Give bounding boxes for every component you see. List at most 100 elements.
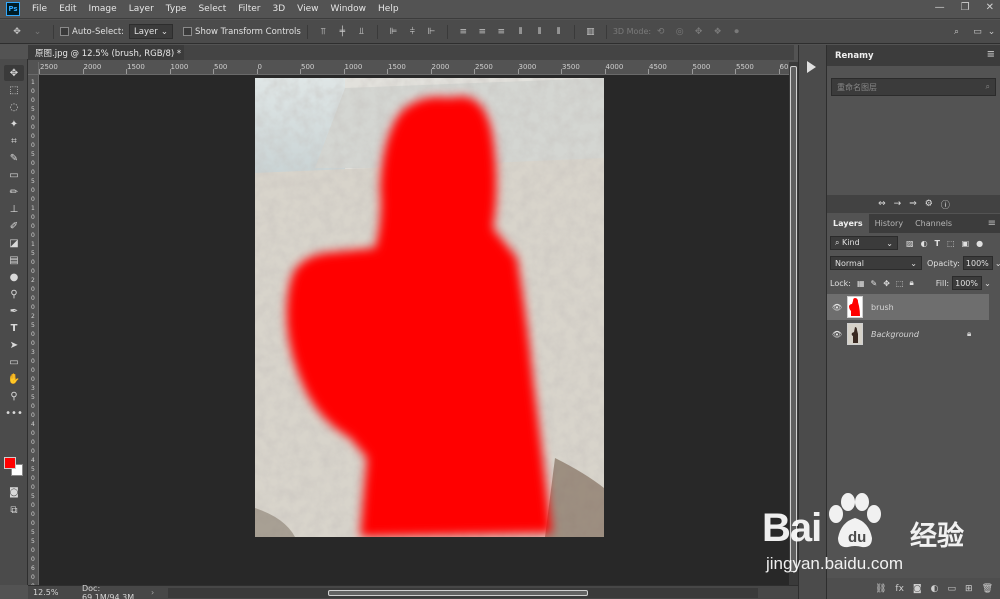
- checkbox-icon[interactable]: [60, 27, 69, 36]
- show-transform-checkbox[interactable]: Show Transform Controls: [183, 27, 301, 37]
- adjustment-filter-icon[interactable]: ◐: [921, 239, 928, 248]
- vertical-scrollbar[interactable]: [789, 62, 798, 585]
- restore-icon[interactable]: ❐: [961, 2, 970, 13]
- visibility-eye-icon[interactable]: 👁︎: [827, 303, 847, 312]
- crop-tool[interactable]: ⌗: [4, 133, 24, 149]
- distribute-vcenter-icon[interactable]: ≡: [477, 26, 488, 37]
- marquee-tool[interactable]: ⬚: [4, 82, 24, 98]
- brush-tool[interactable]: ✏: [4, 184, 24, 200]
- gradient-tool[interactable]: ▤: [4, 252, 24, 268]
- workspace-chevron-icon[interactable]: ⌄: [986, 26, 997, 37]
- eraser-tool[interactable]: ◪: [4, 235, 24, 251]
- new-layer-icon[interactable]: ⊞: [965, 584, 973, 594]
- move-tool[interactable]: ✥: [4, 65, 24, 81]
- menu-select[interactable]: Select: [192, 4, 232, 14]
- tool-preset-chevron-icon[interactable]: ⌄: [32, 26, 43, 37]
- panel-menu-icon[interactable]: ≡: [987, 49, 995, 60]
- info-icon[interactable]: ⓘ: [941, 198, 950, 211]
- layer-style-fx-icon[interactable]: fx: [895, 584, 904, 594]
- search-icon[interactable]: ⌕: [986, 82, 990, 92]
- 3d-roll-icon[interactable]: ◎: [674, 26, 685, 37]
- export-arrow-icon[interactable]: ⇒: [909, 199, 917, 209]
- new-group-folder-icon[interactable]: ▭: [948, 584, 957, 594]
- eyedropper-tool[interactable]: ✎: [4, 150, 24, 166]
- menu-type[interactable]: Type: [160, 4, 193, 14]
- scroll-thumb[interactable]: [790, 66, 797, 572]
- align-horizontal-center-icon[interactable]: ⫩: [407, 26, 418, 37]
- blend-mode-dropdown[interactable]: Normal ⌄: [830, 256, 922, 270]
- chevron-down-icon[interactable]: ⌄: [995, 259, 1000, 268]
- opacity-field[interactable]: 100%: [962, 256, 993, 270]
- hand-tool[interactable]: ✋: [4, 371, 24, 387]
- frame-tool[interactable]: ▭: [4, 167, 24, 183]
- layer-name[interactable]: Background: [871, 330, 919, 339]
- panel-menu-icon[interactable]: ≡: [988, 218, 996, 229]
- canvas-area[interactable]: [39, 75, 789, 585]
- gear-icon[interactable]: ⚙: [925, 199, 933, 209]
- tab-history[interactable]: History: [869, 214, 909, 233]
- distribute-right-icon[interactable]: ⦀: [553, 26, 564, 37]
- ruler-origin[interactable]: [28, 62, 39, 75]
- close-icon[interactable]: ✕: [986, 2, 994, 13]
- visibility-eye-icon[interactable]: 👁︎: [827, 330, 847, 339]
- foreground-color-swatch[interactable]: [4, 457, 16, 469]
- scroll-thumb[interactable]: [328, 589, 588, 596]
- horizontal-scrollbar[interactable]: [168, 587, 758, 598]
- fill-field[interactable]: 100%: [952, 276, 983, 290]
- menu-3d[interactable]: 3D: [267, 4, 292, 14]
- align-bottom-icon[interactable]: ⫫: [356, 26, 367, 37]
- auto-select-target-dropdown[interactable]: Layer ⌄: [129, 24, 174, 39]
- type-tool[interactable]: T: [4, 320, 24, 336]
- align-vertical-center-icon[interactable]: ╪: [337, 26, 348, 37]
- pen-tool[interactable]: ✒: [4, 303, 24, 319]
- zoom-tool[interactable]: ⚲: [4, 388, 24, 404]
- search-icon[interactable]: ⌕: [951, 26, 962, 37]
- menu-edit[interactable]: Edit: [53, 4, 82, 14]
- align-right-icon[interactable]: ⊩: [426, 26, 437, 37]
- lock-all-icon[interactable]: 🔒︎: [909, 278, 913, 288]
- distribute-top-icon[interactable]: ≡: [458, 26, 469, 37]
- delete-layer-trash-icon[interactable]: 🗑︎: [982, 584, 993, 594]
- type-filter-icon[interactable]: T: [935, 239, 940, 248]
- image-filter-icon[interactable]: ▨: [906, 239, 914, 248]
- smart-object-filter-icon[interactable]: ▣: [962, 239, 970, 248]
- menu-view[interactable]: View: [291, 4, 324, 14]
- path-selection-tool[interactable]: ➤: [4, 337, 24, 353]
- distribute-hcenter-icon[interactable]: ⦀: [534, 26, 545, 37]
- adjust-icon[interactable]: ⇔: [878, 199, 886, 209]
- 3d-slide-icon[interactable]: ❖: [712, 26, 723, 37]
- align-top-icon[interactable]: ⫪: [318, 26, 329, 37]
- distribute-left-icon[interactable]: ⦀: [515, 26, 526, 37]
- blur-tool[interactable]: ●: [4, 269, 24, 285]
- kind-filter-dropdown[interactable]: ⌕ Kind ⌄: [830, 236, 898, 250]
- menu-image[interactable]: Image: [83, 4, 123, 14]
- chevron-down-icon[interactable]: ⌄: [984, 279, 991, 288]
- renamy-search-field[interactable]: 重命名图层 ⌕: [831, 78, 996, 96]
- layer-row-background[interactable]: 👁︎ Background 🔒︎: [827, 321, 989, 347]
- lock-position-icon[interactable]: ✥: [883, 279, 890, 288]
- document-size-info[interactable]: Doc: 69.1M/94.3M: [66, 584, 151, 599]
- distribute-bottom-icon[interactable]: ≡: [496, 26, 507, 37]
- auto-select-checkbox[interactable]: Auto-Select:: [60, 27, 124, 37]
- vertical-ruler[interactable]: 1 0 0 5 0 0 0 0 5 0 0 5 0 0 1 0 0 0 1 5 0 0 2 0 0 0 2 5 0 0 3 0 0 0 3 5 0 0 4 0…: [28, 75, 39, 585]
- dodge-tool[interactable]: ⚲: [4, 286, 24, 302]
- layer-name[interactable]: brush: [871, 303, 894, 312]
- menu-file[interactable]: File: [26, 4, 53, 14]
- 3d-pan-icon[interactable]: ✥: [693, 26, 704, 37]
- adjustment-layer-icon[interactable]: ◐: [931, 584, 939, 594]
- lock-artboard-icon[interactable]: ⬚: [896, 279, 904, 288]
- workspace-icon[interactable]: ▭: [972, 26, 983, 37]
- tab-layers[interactable]: Layers: [827, 214, 869, 233]
- shape-filter-icon[interactable]: ⬚: [947, 239, 955, 248]
- minimize-icon[interactable]: —: [935, 2, 945, 13]
- tab-channels[interactable]: Channels: [909, 214, 958, 233]
- lock-pixels-icon[interactable]: ✎: [871, 279, 878, 288]
- menu-window[interactable]: Window: [325, 4, 373, 14]
- menu-filter[interactable]: Filter: [232, 4, 266, 14]
- arrow-right-icon[interactable]: →: [894, 199, 902, 209]
- quick-mask-button[interactable]: ◙: [4, 484, 24, 500]
- auto-align-icon[interactable]: ▥: [585, 26, 596, 37]
- lasso-tool[interactable]: ◌: [4, 99, 24, 115]
- status-menu-arrow-icon[interactable]: ›: [151, 588, 163, 597]
- menu-help[interactable]: Help: [372, 4, 405, 14]
